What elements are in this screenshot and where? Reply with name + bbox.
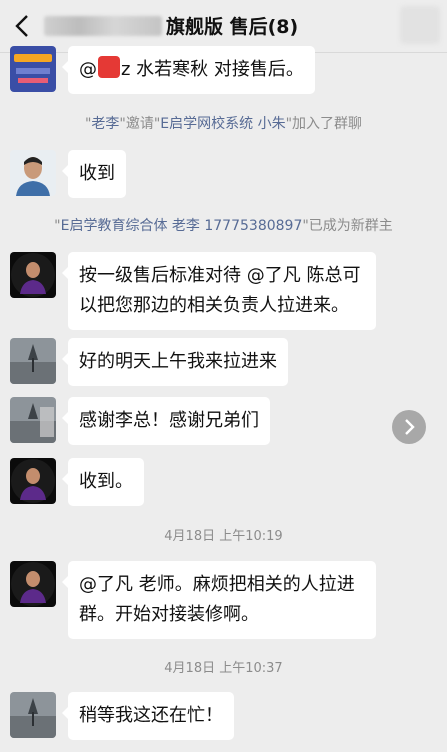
message-row: 稍等我这还在忙！ — [10, 692, 234, 740]
back-arrow-icon[interactable] — [10, 12, 36, 40]
message-bubble[interactable]: 感谢李总！感谢兄弟们 — [62, 397, 270, 445]
system-name-link[interactable]: 老李 — [91, 116, 119, 132]
mention-prefix: @ — [79, 59, 97, 80]
angry-emoji-icon — [98, 56, 120, 78]
message-bubble[interactable]: @ z 水若寒秋 对接售后。 — [62, 46, 315, 94]
message-text: z 水若寒秋 对接售后。 — [121, 59, 304, 80]
timestamp: 4月18日 上午10:37 — [164, 661, 283, 676]
message-row: 好的明天上午我来拉进来 — [10, 338, 288, 386]
chevron-right-icon — [405, 419, 415, 435]
message-bubble[interactable]: 按一级售后标准对待 @了凡 陈总可以把您那边的相关负责人拉进来。 — [62, 252, 376, 330]
chat-title[interactable]: 旗舰版 售后(8) — [166, 12, 298, 39]
system-name-link[interactable]: E启学教育综合体 老李 17775380897 — [61, 218, 303, 234]
message-row: @了凡 老师。麻烦把相关的人拉进群。开始对接装修啊。 — [10, 561, 376, 639]
message-row: 收到。 — [10, 458, 144, 506]
message-bubble[interactable]: 收到。 — [62, 458, 144, 506]
group-name-redacted — [44, 16, 162, 36]
message-row: 收到 — [10, 150, 126, 198]
forward-arrow-button[interactable] — [392, 410, 426, 444]
timestamp: 4月18日 上午10:19 — [164, 529, 283, 544]
avatar-man-photo[interactable] — [10, 150, 56, 196]
message-bubble[interactable]: @了凡 老师。麻烦把相关的人拉进群。开始对接装修啊。 — [62, 561, 376, 639]
system-notice: "老李"邀请"E启学网校系统 小朱"加入了群聊 — [84, 116, 363, 132]
avatar-landscape[interactable] — [10, 692, 56, 738]
message-bubble[interactable]: 收到 — [62, 150, 126, 198]
message-bubble[interactable]: 稍等我这还在忙！ — [62, 692, 234, 740]
avatar-laoli[interactable] — [10, 561, 56, 607]
system-notice: "E启学教育综合体 老李 17775380897"已成为新群主 — [54, 218, 393, 234]
message-row: @ z 水若寒秋 对接售后。 — [10, 46, 315, 94]
message-bubble[interactable]: 好的明天上午我来拉进来 — [62, 338, 288, 386]
avatar-estudy[interactable] — [10, 46, 56, 92]
system-name-link[interactable]: E启学网校系统 小朱 — [160, 116, 285, 132]
avatar-landscape[interactable] — [10, 397, 56, 443]
avatar-laoli[interactable] — [10, 458, 56, 504]
message-row: 感谢李总！感谢兄弟们 — [10, 397, 270, 445]
message-row: 按一级售后标准对待 @了凡 陈总可以把您那边的相关负责人拉进来。 — [10, 252, 376, 330]
avatar-laoli[interactable] — [10, 252, 56, 298]
avatar-landscape[interactable] — [10, 338, 56, 384]
more-options-icon[interactable] — [400, 6, 440, 44]
